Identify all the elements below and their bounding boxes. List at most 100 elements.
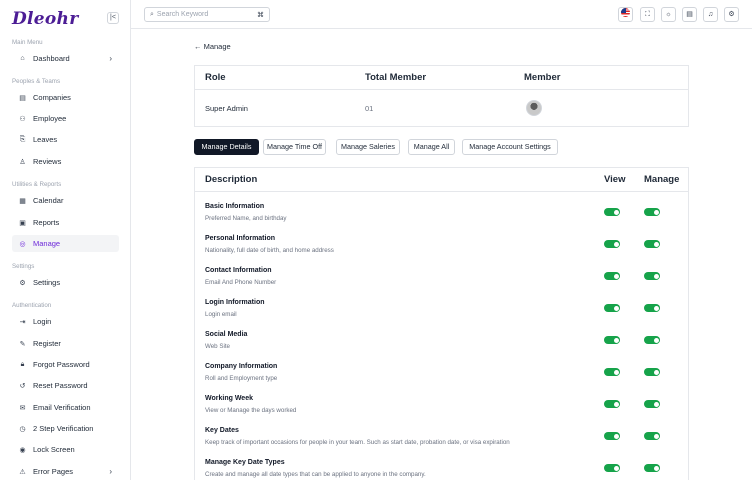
sidebar: Dleohr |< Main Menu ⌂ Dashboard › People… (0, 0, 131, 480)
user-icon: ♙ (19, 158, 26, 166)
sidebar-item-companies[interactable]: ▤ Companies (12, 89, 119, 106)
manage-toggle[interactable] (644, 432, 660, 440)
header-divider (131, 28, 752, 29)
view-toggle[interactable] (604, 336, 620, 344)
notification-button[interactable]: ♫ (703, 7, 718, 22)
permission-description: Login email (205, 311, 237, 318)
section-authentication: Authentication (12, 302, 52, 309)
sidebar-item-label: Error Pages (33, 467, 74, 476)
sidebar-item-settings[interactable]: ⚙ Settings (12, 274, 119, 291)
permission-title: Working Week (205, 395, 253, 402)
theme-toggle-button[interactable]: ☼ (661, 7, 676, 22)
table-row: Basic Information Preferred Name, and bir… (195, 199, 688, 229)
view-toggle[interactable] (604, 464, 620, 472)
manage-toggle[interactable] (644, 208, 660, 216)
sun-icon: ☼ (665, 11, 672, 18)
sidebar-item-label: 2 Step Verification (33, 424, 94, 433)
back-link[interactable]: ← Manage (194, 42, 231, 51)
search-icon: ⌕ (150, 10, 154, 18)
manage-toggle[interactable] (644, 240, 660, 248)
chevron-right-icon: › (109, 467, 112, 476)
permission-description: Keep track of important occasions for pe… (205, 439, 510, 446)
permission-title: Social Media (205, 331, 248, 338)
section-settings: Settings (12, 263, 35, 270)
table-row: Personal Information Nationality, full da… (195, 231, 688, 261)
table-row: Manage Key Date Types Create and manage a… (195, 455, 688, 480)
view-toggle[interactable] (604, 304, 620, 312)
register-icon: ✎ (19, 340, 26, 348)
sidebar-item-label: Email Verification (33, 403, 91, 412)
manage-header: Manage (644, 174, 680, 185)
sidebar-item-register[interactable]: ✎ Register (12, 335, 119, 352)
collapse-sidebar-button[interactable]: |< (107, 12, 119, 24)
language-button[interactable] (618, 7, 633, 22)
sidebar-item-label: Reset Password (33, 381, 88, 390)
manage-toggle[interactable] (644, 336, 660, 344)
users-icon: ⚇ (19, 115, 26, 123)
sidebar-item-error-pages[interactable]: ⚠ Error Pages › (12, 463, 119, 480)
table-row: Social Media Web Site (195, 327, 688, 357)
sidebar-item-login[interactable]: ⇥ Login (12, 313, 119, 330)
permissions-table: Description View Manage Basic Informatio… (194, 167, 689, 480)
sidebar-item-label: Calendar (33, 196, 64, 205)
search-placeholder: Search Keyword (156, 11, 209, 18)
role-name: Super Admin (205, 104, 248, 113)
permission-title: Contact Information (205, 267, 272, 274)
gear-icon: ⚙ (19, 279, 26, 287)
view-toggle[interactable] (604, 400, 620, 408)
search-input[interactable]: ⌕ Search Keyword ⌘ (144, 7, 270, 22)
sidebar-item-label: Leaves (33, 135, 58, 144)
tab-manage-saleries[interactable]: Manage Saleries (336, 139, 400, 155)
lock-screen-icon: ◉ (19, 446, 26, 454)
sidebar-item-label: Lock Screen (33, 445, 75, 454)
warning-icon: ⚠ (19, 468, 26, 476)
permission-title: Company Information (205, 363, 278, 370)
sidebar-item-leaves[interactable]: ⎘ Leaves (12, 131, 119, 148)
app-logo[interactable]: Dleohr (12, 9, 78, 29)
sidebar-item-reviews[interactable]: ♙ Reviews (12, 153, 119, 170)
sidebar-item-reports[interactable]: ▣ Reports (12, 214, 119, 231)
sidebar-item-reset-password[interactable]: ↺ Reset Password (12, 377, 119, 394)
sidebar-item-manage[interactable]: ◎ Manage (12, 235, 119, 252)
section-main-menu: Main Menu (12, 39, 43, 46)
tab-manage-all[interactable]: Manage All (408, 139, 455, 155)
manage-toggle[interactable] (644, 464, 660, 472)
manage-toggle[interactable] (644, 400, 660, 408)
permission-description: Web Site (205, 343, 230, 350)
view-toggle[interactable] (604, 272, 620, 280)
sidebar-item-lock-screen[interactable]: ◉ Lock Screen (12, 441, 119, 458)
permissions-header: Description View Manage (195, 168, 688, 192)
sidebar-item-employee[interactable]: ⚇ Employee (12, 110, 119, 127)
manage-toggle[interactable] (644, 304, 660, 312)
permission-description: View or Manage the days worked (205, 407, 297, 414)
view-toggle[interactable] (604, 432, 620, 440)
permission-description: Email And Phone Number (205, 279, 277, 286)
view-toggle[interactable] (604, 240, 620, 248)
us-flag-icon (621, 8, 630, 17)
role-header: Role (205, 72, 226, 83)
permission-title: Basic Information (205, 203, 265, 210)
calendar-check-icon: ▤ (686, 11, 693, 18)
view-toggle[interactable] (604, 208, 620, 216)
fullscreen-button[interactable]: ⛶ (640, 7, 655, 22)
manage-toggle[interactable] (644, 368, 660, 376)
total-member-count: 01 (365, 104, 374, 113)
permission-title: Login Information (205, 299, 265, 306)
sidebar-item-forgot-password[interactable]: 🔒︎ Forgot Password (12, 356, 119, 373)
tab-manage-time-off[interactable]: Manage Time Off (263, 139, 326, 155)
tab-manage-account-settings[interactable]: Manage Account Settings (462, 139, 558, 155)
tab-manage-details[interactable]: Manage Details (194, 139, 259, 155)
lock-icon: 🔒︎ (20, 360, 25, 368)
chevron-right-icon: › (109, 54, 112, 63)
settings-button[interactable]: ⚙ (724, 7, 739, 22)
calendar-button[interactable]: ▤ (682, 7, 697, 22)
manage-toggle[interactable] (644, 272, 660, 280)
view-toggle[interactable] (604, 368, 620, 376)
sidebar-item-calendar[interactable]: ▦ Calendar (12, 192, 119, 209)
member-avatar[interactable] (526, 100, 542, 116)
sidebar-item-email-verification[interactable]: ✉ Email Verification (12, 399, 119, 416)
sidebar-item-2-step-verification[interactable]: ◷ 2 Step Verification (12, 420, 119, 437)
role-table: Role Total Member Member Super Admin 01 (194, 65, 689, 127)
sidebar-item-dashboard[interactable]: ⌂ Dashboard › (12, 50, 119, 67)
building-icon: ▤ (19, 94, 26, 102)
